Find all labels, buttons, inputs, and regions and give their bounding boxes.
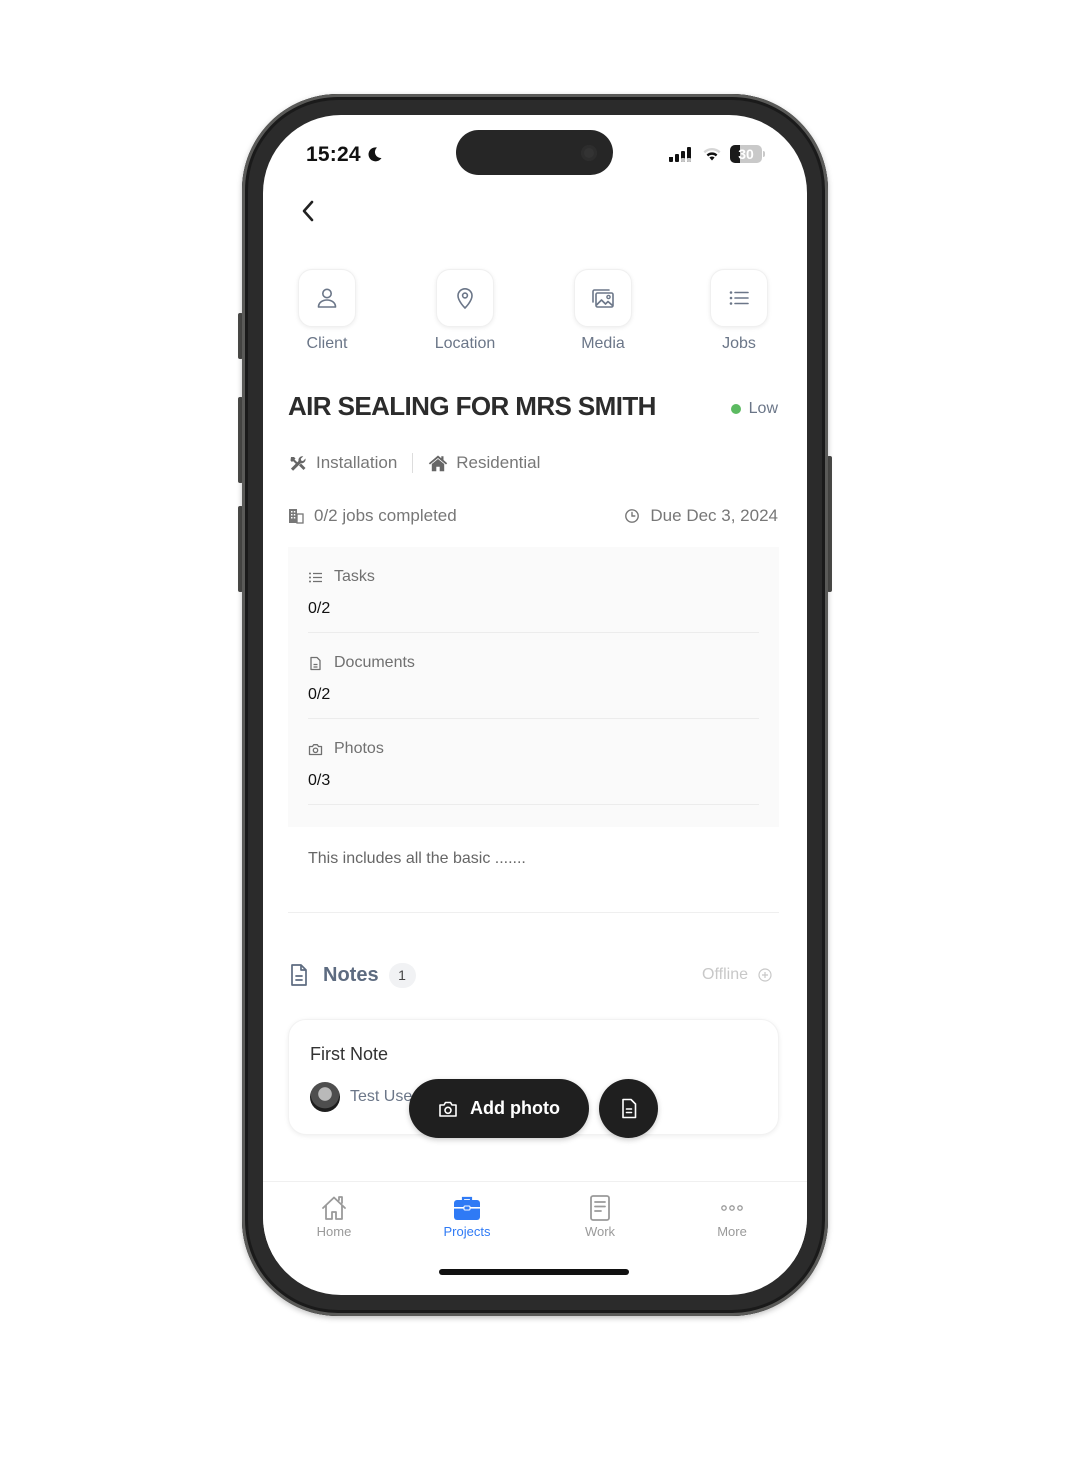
tools-icon — [290, 456, 306, 471]
phone-screen: 15:24 30 Client Location Media Jobs AIR … — [263, 115, 807, 1295]
add-photo-button[interactable]: Add photo — [409, 1079, 589, 1138]
camera-icon — [308, 743, 323, 755]
jobs-icon-box — [710, 269, 768, 327]
tasks-row[interactable]: Tasks 0/2 — [308, 547, 759, 633]
house-icon — [429, 455, 448, 472]
dynamic-island — [456, 130, 613, 175]
battery-level: 30 — [738, 146, 754, 162]
offline-add-button[interactable]: Offline — [696, 962, 778, 988]
home-indicator[interactable] — [439, 1269, 629, 1275]
category-label: Residential — [456, 453, 541, 472]
client-label: Client — [306, 335, 348, 352]
tab-projects-label: Projects — [443, 1224, 491, 1239]
plus-circle-icon — [758, 968, 772, 982]
documents-value: 0/2 — [308, 686, 331, 703]
photos-value: 0/3 — [308, 772, 331, 789]
tag-divider — [412, 453, 414, 473]
jobs-completed: 0/2 jobs completed — [288, 506, 457, 526]
tab-home[interactable]: Home — [284, 1194, 384, 1239]
documents-label-group: Documents — [308, 654, 415, 672]
note-title: First Note — [310, 1044, 389, 1064]
list-icon — [309, 572, 322, 582]
wifi-icon — [703, 147, 721, 161]
document-icon — [291, 964, 307, 986]
section-divider — [288, 912, 779, 913]
document-icon — [310, 656, 321, 670]
notes-count-badge: 1 — [388, 962, 416, 988]
progress-panel: Tasks 0/2 Documents 0/2 Photos 0/3 — [288, 547, 779, 827]
project-title: AIR SEALING FOR MRS SMITH — [288, 391, 656, 421]
building-icon — [289, 509, 304, 524]
camera-icon — [439, 1101, 457, 1117]
photos-row[interactable]: Photos 0/3 — [308, 719, 759, 805]
documents-row[interactable]: Documents 0/2 — [308, 633, 759, 719]
jobs-label: Jobs — [722, 335, 756, 352]
type-tag: Installation — [288, 453, 397, 473]
user-icon — [317, 288, 337, 308]
tasks-label-group: Tasks — [308, 568, 375, 586]
project-description: This includes all the basic ....... — [308, 850, 526, 867]
battery-tip — [763, 151, 765, 157]
notes-title: Notes — [323, 963, 379, 986]
battery-indicator: 30 — [730, 145, 762, 163]
tab-more-label: More — [717, 1224, 747, 1239]
media-icon-box — [574, 269, 632, 327]
due-date-label: Due Dec 3, 2024 — [650, 506, 778, 525]
note-author: Test Use — [350, 1088, 413, 1105]
notes-header: Notes 1 Offline — [288, 961, 778, 989]
documents-label: Documents — [334, 654, 415, 671]
category-tag: Residential — [428, 453, 540, 473]
moon-icon — [368, 147, 382, 162]
clipboard-icon — [590, 1195, 610, 1221]
media-button[interactable]: Media — [548, 269, 658, 353]
more-dots-icon — [721, 1205, 743, 1211]
priority-label: Low — [748, 400, 778, 417]
tab-projects[interactable]: Projects — [417, 1194, 517, 1239]
jobs-button[interactable]: Jobs — [684, 269, 794, 353]
type-label: Installation — [316, 453, 398, 472]
briefcase-icon — [454, 1196, 480, 1220]
photos-label: Photos — [334, 740, 384, 757]
location-icon-box — [436, 269, 494, 327]
priority-badge: Low — [730, 400, 778, 418]
tasks-label: Tasks — [334, 568, 375, 585]
tasks-value: 0/2 — [308, 600, 331, 617]
tab-home-label: Home — [316, 1224, 352, 1239]
status-time: 15:24 — [306, 143, 361, 166]
media-label: Media — [581, 335, 625, 352]
add-photo-label: Add photo — [470, 1098, 560, 1118]
quick-actions: Client Location Media Jobs — [263, 269, 807, 359]
client-button[interactable]: Client — [272, 269, 382, 353]
home-icon — [322, 1196, 346, 1220]
clock-icon — [625, 509, 640, 523]
camera-icon — [581, 145, 597, 161]
project-tags: Installation Residential — [288, 453, 540, 473]
tab-work-label: Work — [584, 1224, 616, 1239]
photos-label-group: Photos — [308, 740, 384, 758]
location-label: Location — [434, 335, 496, 352]
jobs-completed-label: 0/2 jobs completed — [314, 506, 457, 525]
tab-more[interactable]: More — [682, 1194, 782, 1239]
signal-icon — [669, 147, 691, 162]
list-icon — [729, 291, 749, 305]
add-document-button[interactable] — [599, 1079, 658, 1138]
client-icon-box — [298, 269, 356, 327]
avatar — [310, 1082, 340, 1112]
back-chevron-icon[interactable] — [297, 197, 319, 225]
project-meta: 0/2 jobs completed Due Dec 3, 2024 — [288, 506, 778, 526]
offline-label: Offline — [702, 966, 748, 983]
images-icon — [592, 289, 614, 308]
tab-work[interactable]: Work — [550, 1194, 650, 1239]
priority-dot-icon — [730, 404, 741, 414]
map-pin-icon — [457, 288, 473, 309]
due-date: Due Dec 3, 2024 — [624, 506, 778, 526]
document-icon — [621, 1098, 636, 1119]
location-button[interactable]: Location — [410, 269, 520, 353]
tab-bar: Home Projects Work More — [263, 1181, 807, 1261]
